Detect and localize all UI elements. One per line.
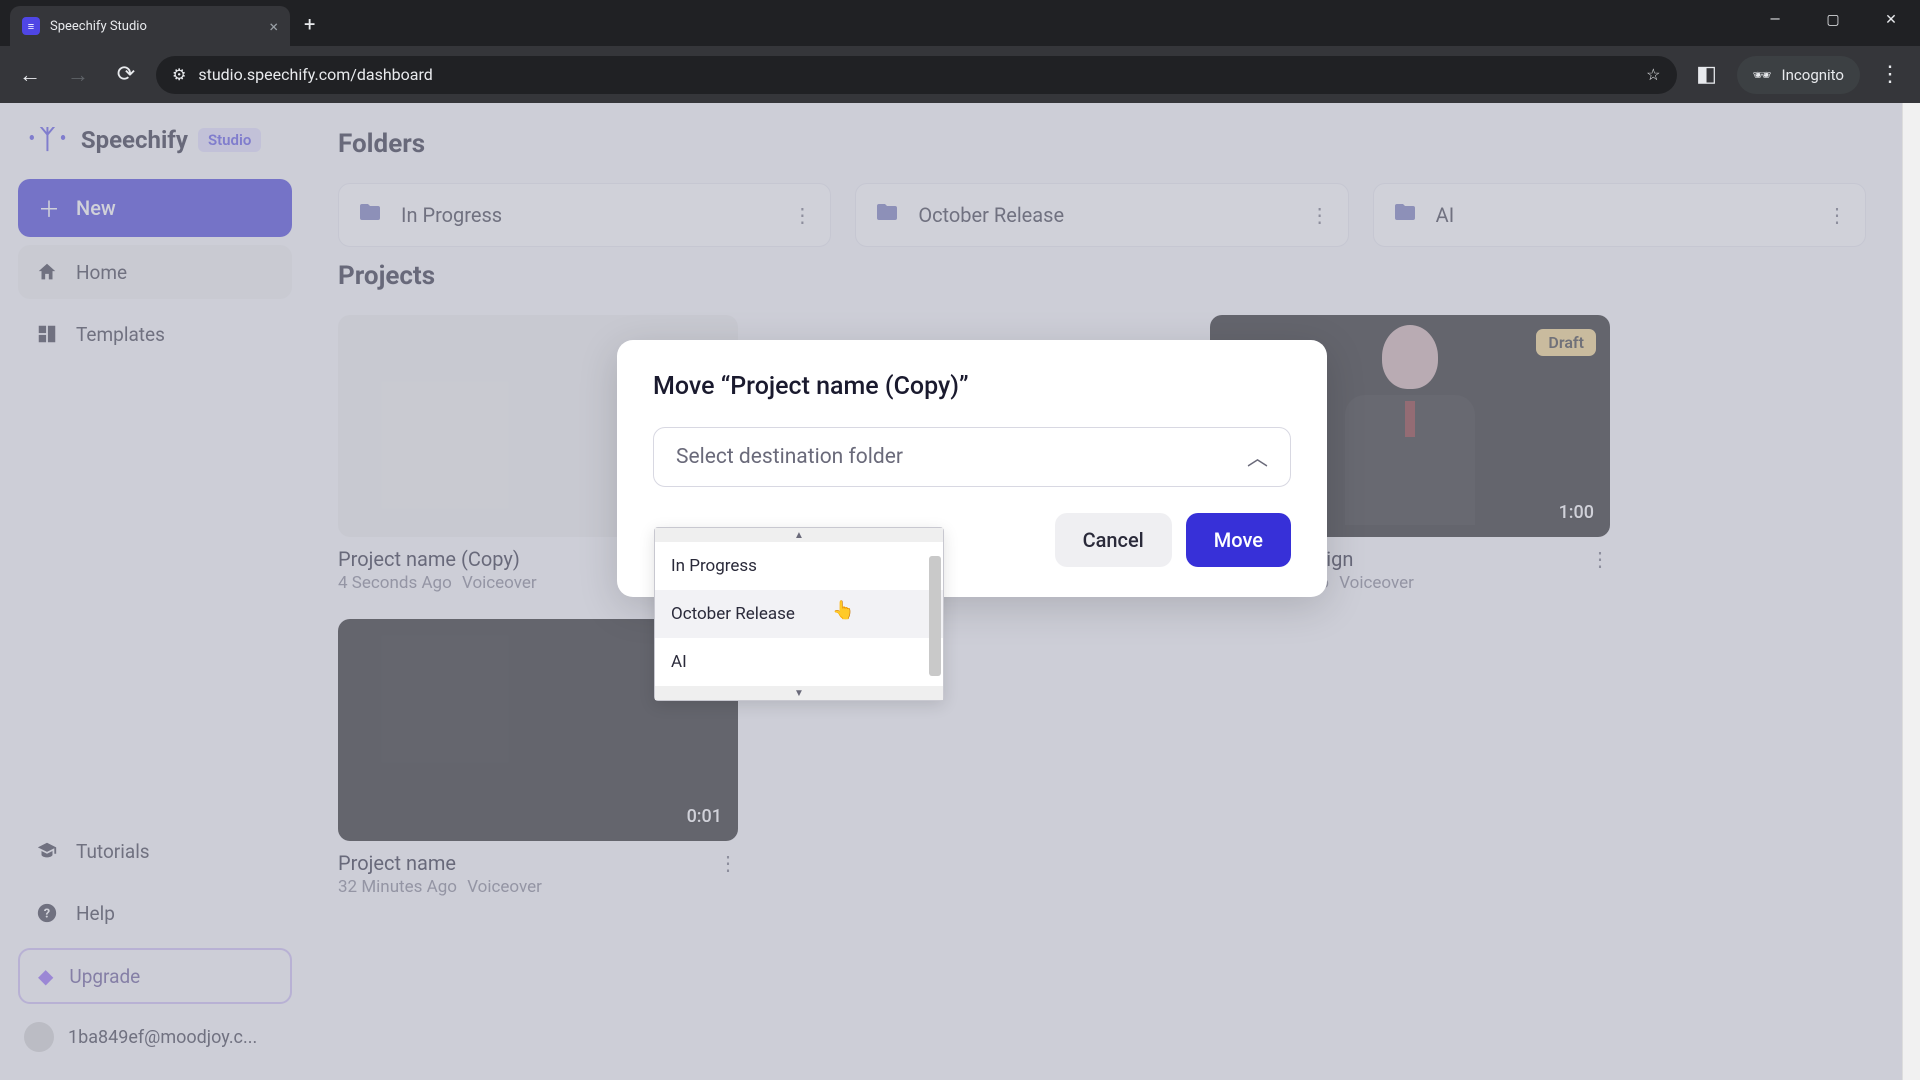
tab-title: Speechify Studio [50,19,259,34]
bookmark-icon[interactable]: ☆ [1646,65,1660,84]
destination-dropdown[interactable]: ▲ In Progress October Release AI ▼ [654,527,944,701]
tab-bar: ≡ Speechify Studio × + — ▢ ✕ [0,0,1920,46]
url-text: studio.speechify.com/dashboard [198,65,1634,84]
select-placeholder: Select destination folder [676,445,903,469]
reload-button[interactable]: ⟳ [108,57,144,93]
close-window-button[interactable]: ✕ [1862,0,1920,40]
scroll-down-button[interactable]: ▼ [655,686,943,700]
address-bar: ← → ⟳ ⚙ studio.speechify.com/dashboard ☆… [0,46,1920,103]
site-settings-icon[interactable]: ⚙ [172,65,186,84]
incognito-label: Incognito [1782,66,1844,84]
browser-chrome: ≡ Speechify Studio × + — ▢ ✕ ← → ⟳ ⚙ stu… [0,0,1920,103]
new-tab-button[interactable]: + [304,12,315,36]
url-field[interactable]: ⚙ studio.speechify.com/dashboard ☆ [156,56,1677,94]
scroll-up-button[interactable]: ▲ [655,528,943,542]
sidepanel-icon[interactable]: ◧ [1689,57,1725,93]
destination-select[interactable]: Select destination folder ︿ [653,427,1291,487]
scrollbar-thumb[interactable] [929,556,941,676]
dropdown-option[interactable]: October Release [655,590,943,638]
maximize-button[interactable]: ▢ [1804,0,1862,40]
viewport-scrollbar[interactable] [1902,103,1920,1080]
favicon-icon: ≡ [22,17,40,35]
cancel-button[interactable]: Cancel [1055,513,1172,567]
minimize-button[interactable]: — [1746,0,1804,40]
back-button[interactable]: ← [12,57,48,93]
incognito-icon: 🕶 [1753,66,1772,84]
browser-tab[interactable]: ≡ Speechify Studio × [10,6,290,46]
dropdown-option[interactable]: AI [655,638,943,686]
incognito-badge[interactable]: 🕶 Incognito [1737,56,1861,94]
dropdown-option[interactable]: In Progress [655,542,943,590]
close-icon[interactable]: × [269,17,278,36]
modal-title: Move “Project name (Copy)” [653,372,1291,401]
window-controls: — ▢ ✕ [1746,0,1920,40]
browser-menu-button[interactable]: ⋮ [1872,57,1908,93]
forward-button[interactable]: → [60,57,96,93]
move-button[interactable]: Move [1186,513,1291,567]
chevron-up-icon: ︿ [1247,442,1268,472]
